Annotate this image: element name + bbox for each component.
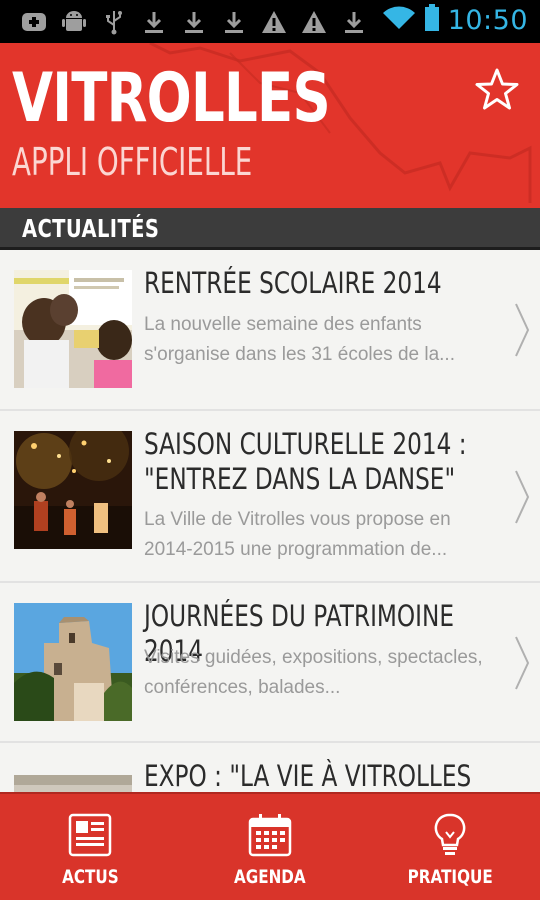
app-subtitle: APPLI OFFICIELLE <box>12 140 253 184</box>
chevron-right-icon <box>515 470 530 524</box>
chevron-right-icon <box>515 636 530 690</box>
chevron-right-icon <box>515 303 530 357</box>
section-title: ACTUALITÉS <box>22 214 160 243</box>
star-outline-icon[interactable] <box>474 67 520 113</box>
status-bar: 10:50 <box>0 0 540 43</box>
nav-agenda[interactable]: AGENDA <box>180 794 360 900</box>
list-item[interactable]: SAISON CULTURELLE 2014 : "ENTREZ DANS LA… <box>0 411 540 583</box>
notification-icons <box>14 6 374 38</box>
news-list[interactable]: RENTRÉE SCOLAIRE 2014 La nouvelle semain… <box>0 250 540 792</box>
old-photo <box>14 775 132 792</box>
nav-label: PRATIQUE <box>407 866 493 888</box>
usb-icon <box>94 6 134 38</box>
clock: 10:50 <box>447 5 528 36</box>
news-title: SAISON CULTURELLE 2014 : "ENTREZ DANS LA… <box>144 427 467 496</box>
nav-label: AGENDA <box>234 866 306 888</box>
warning-icon <box>254 6 294 38</box>
wifi-icon <box>382 5 416 36</box>
calendar-icon <box>248 814 292 857</box>
download-icon <box>174 6 214 38</box>
castle-ruins-photo <box>14 603 132 721</box>
download-icon <box>214 6 254 38</box>
list-item[interactable]: EXPO : "LA VIE À VITROLLES EN 1914- <box>0 743 540 792</box>
nav-label: ACTUS <box>61 866 119 888</box>
nav-pratique[interactable]: PRATIQUE <box>360 794 540 900</box>
news-title: EXPO : "LA VIE À VITROLLES EN 1914- <box>144 759 472 792</box>
news-description: Visites guidées, expositions, spectacles… <box>144 647 483 698</box>
night-event-photo <box>14 431 132 549</box>
add-icon <box>14 6 54 38</box>
lightbulb-icon <box>434 813 466 855</box>
news-title: RENTRÉE SCOLAIRE 2014 <box>144 266 442 300</box>
bottom-navigation: ACTUS AGENDA PRATIQUE <box>0 792 540 900</box>
app-header: VITROLLES APPLI OFFICIELLE <box>0 43 540 208</box>
classroom-photo <box>14 270 132 388</box>
warning-icon <box>294 6 334 38</box>
list-item[interactable]: JOURNÉES DU PATRIMOINE 2014 Visites guid… <box>0 583 540 743</box>
section-header: ACTUALITÉS <box>0 208 540 250</box>
android-icon <box>54 6 94 38</box>
download-icon <box>134 6 174 38</box>
system-indicators: 10:50 <box>382 4 528 37</box>
newspaper-icon <box>68 813 112 857</box>
battery-icon <box>424 4 440 37</box>
news-description: La nouvelle semaine des enfants s'organi… <box>144 314 455 365</box>
nav-actus[interactable]: ACTUS <box>0 794 180 900</box>
news-description: La Ville de Vitrolles vous propose en 20… <box>144 509 451 560</box>
list-item[interactable]: RENTRÉE SCOLAIRE 2014 La nouvelle semain… <box>0 250 540 411</box>
download-icon <box>334 6 374 38</box>
app-title: VITROLLES <box>12 59 331 138</box>
